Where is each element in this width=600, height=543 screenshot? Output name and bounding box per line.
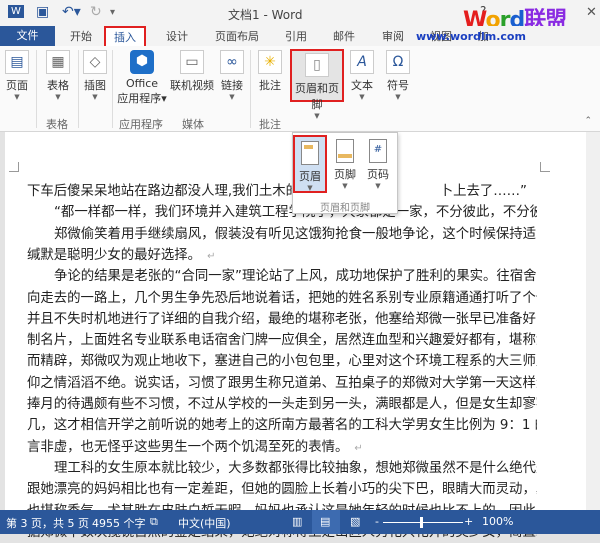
- text-content: 捧月的待遇颇有些不习惯，不过从学校的一头走到另一头，满眼都是人，但是女生却寥寥无: [27, 397, 537, 412]
- text-line: 而精辟，郑微叹为观止地收下，塞进自己的小包包里，心里对这个环境工程系的大三师兄景: [27, 351, 537, 372]
- text-icon: A: [350, 50, 374, 74]
- group-label-apps: 应用程序: [119, 118, 163, 131]
- symbol-button[interactable]: Ω 符号 ▼: [386, 50, 410, 101]
- tab-file[interactable]: 文件: [0, 26, 55, 46]
- word-count[interactable]: 4955 个字: [92, 515, 146, 531]
- header-footer-dropdown: 页眉 ▼ 页脚 ▼ # 页码 ▼ 页眉和页脚: [292, 132, 398, 214]
- close-icon[interactable]: ✕: [586, 5, 597, 20]
- zoom-in-button[interactable]: +: [464, 515, 473, 528]
- text-line: 几，这才相信开学之前听说的她考上的这所南方最著名的工科大学男女生比例为 9：1 …: [27, 415, 537, 436]
- collapse-ribbon-icon[interactable]: ⌃: [584, 116, 592, 126]
- zoom-level[interactable]: 100%: [482, 515, 513, 528]
- illustration-icon: ◇: [83, 50, 107, 74]
- proofing-icon[interactable]: ⧉: [150, 515, 158, 529]
- header-icon: [301, 141, 319, 165]
- online-video-button[interactable]: ▭ 联机视频: [170, 50, 214, 93]
- zoom-slider-thumb[interactable]: [420, 517, 423, 528]
- tab-review[interactable]: 审阅: [382, 28, 404, 44]
- language[interactable]: 中文(中国): [178, 515, 231, 531]
- crop-mark: [9, 162, 19, 172]
- table-button[interactable]: ▦ 表格 ▼: [44, 50, 72, 101]
- text-content: 制名片，上面姓名专业联系电话宿舍门牌一应俱全，居然连血型和兴趣爱好都有，堪称浓缩: [27, 333, 537, 349]
- paragraph-mark: ↵: [354, 442, 363, 454]
- redo-icon[interactable]: ↻: [90, 4, 102, 20]
- tab-references[interactable]: 引用: [285, 28, 307, 44]
- link-icon: ∞: [220, 50, 244, 74]
- page-number-icon: #: [369, 139, 387, 163]
- tab-mailings[interactable]: 邮件: [333, 28, 355, 44]
- text-line: 郑微偷笑着用手继续扇风，假装没有听见这饿狗抢食一般地争论，这个时候保持适当的: [27, 224, 537, 245]
- tab-layout[interactable]: 页面布局: [215, 28, 259, 44]
- print-layout-icon[interactable]: ▤: [320, 515, 330, 528]
- window-title: 文档1 - Word: [228, 8, 303, 22]
- vertical-scrollbar[interactable]: [586, 132, 600, 510]
- text-content: 缄默是聪明少女的最好选择。: [27, 247, 202, 263]
- text-content: 理工科的女生原本就比较少，大多数都张得比较抽象，想她郑微虽然不是什么绝代美女，: [54, 460, 537, 476]
- zoom-slider[interactable]: [383, 522, 463, 523]
- page-number-button[interactable]: # 页码 ▼: [361, 135, 395, 193]
- customize-quick-access-icon[interactable]: ▾: [110, 7, 115, 18]
- text-line: 跟她漂亮的妈妈相比也有一定差距，但她的圆脸上长着小巧的尖下巴，眼睛大而灵动，鼻子: [27, 479, 537, 500]
- header-footer-icon: ▯: [305, 53, 329, 77]
- table-icon: ▦: [46, 50, 70, 74]
- text-content: 仰之情滔滔不绝。说实话，习惯了跟男生称兄道弟、互拍桌子的郑微对大学第一天这样众星: [27, 375, 537, 391]
- text-line: 理工科的女生原本就比较少，大多数都张得比较抽象，想她郑微虽然不是什么绝代美女，: [27, 458, 537, 479]
- ribbon-tabs: 文件 开始 插入 设计 页面布局 引用 邮件 审阅 视图 加 www.wordl…: [0, 26, 600, 48]
- footer-button[interactable]: 页脚 ▼: [328, 135, 362, 193]
- header-footer-button[interactable]: ▯ 页眉和页脚 ▼: [290, 49, 344, 120]
- tab-insert[interactable]: 插入: [104, 26, 146, 48]
- dropdown-group-label: 页眉和页脚: [320, 203, 370, 214]
- text-line: 缄默是聪明少女的最好选择。 ↵: [27, 245, 537, 266]
- text-content: 言非虚，也无怪乎这些男生一个两个饥渴至死的表情。: [27, 439, 349, 455]
- text-line: 言非虚，也无怪乎这些男生一个两个饥渴至死的表情。 ↵: [27, 437, 537, 458]
- text-line: 制名片，上面姓名专业联系电话宿舍门牌一应俱全，居然连血型和兴趣爱好都有，堪称浓缩: [27, 330, 537, 351]
- text-button[interactable]: A 文本 ▼: [350, 50, 374, 101]
- text-content: 几，这才相信开学之前听说的她考上的这所南方最著名的工科大学男女生比例为 9：1 …: [27, 418, 537, 434]
- symbol-icon: Ω: [386, 50, 410, 74]
- text-line: 向走去的一路上，几个男生争先恐后地说着话，把她的姓名系别专业原籍通通打听了个便，: [27, 288, 537, 309]
- office-apps-button[interactable]: ⬢ Office 应用程序▾: [114, 50, 170, 106]
- comment-button[interactable]: ✳ 批注: [254, 50, 286, 93]
- tab-design[interactable]: 设计: [166, 28, 188, 44]
- text-content: 并且不失时机地进行了详细的自我介绍，最绝的堪称老张，他塞给郑微一张早已准备好的自: [27, 311, 537, 327]
- page-button[interactable]: ▤ 页面 ▼: [4, 50, 30, 101]
- title-bar: W ▣ ↶▾ ↻ ▾ 文档1 - Word ? Word联盟 ✕: [0, 0, 600, 33]
- text-line: 捧月的待遇颇有些不习惯，不过从学校的一头走到另一头，满眼都是人，但是女生却寥寥无: [27, 394, 537, 415]
- text-content: 而精辟，郑微叹为观止地收下，塞进自己的小包包里，心里对这个环境工程系的大三师兄景: [27, 354, 537, 370]
- comment-icon: ✳: [258, 50, 282, 74]
- text-line: 争论的结果是老张的“合同一家”理论站了上风，成功地保护了胜利的果实。往宿舍方: [27, 266, 537, 287]
- ribbon: ▤ 页面 ▼ ▦ 表格 ▼ ◇ 插图 ▼ ⬢ Office 应用程序▾ ▭ 联机视频 ∞ 链接 ▼ ✳…: [0, 46, 600, 132]
- crop-mark: [540, 162, 550, 172]
- undo-icon[interactable]: ↶▾: [62, 4, 81, 20]
- zoom-out-button[interactable]: -: [375, 515, 379, 528]
- word-logo-icon: W: [8, 5, 24, 18]
- page-icon: ▤: [5, 50, 29, 74]
- text-segment: 卜上去了……”: [439, 184, 527, 199]
- links-button[interactable]: ∞ 链接 ▼: [218, 50, 246, 101]
- text-line: 下车后傻呆呆地站在路边都没人理,我们土木的妹妹本来 卜上去了……”: [27, 181, 537, 202]
- header-button[interactable]: 页眉 ▼: [293, 135, 327, 193]
- group-label-comments: 批注: [259, 118, 281, 131]
- text-content: 跟她漂亮的妈妈相比也有一定差距，但她的圆脸上长着小巧的尖下巴，眼睛大而灵动，鼻子: [27, 482, 537, 498]
- video-icon: ▭: [180, 50, 204, 74]
- tab-home[interactable]: 开始: [70, 28, 92, 44]
- web-layout-icon[interactable]: ▧: [350, 515, 360, 528]
- read-mode-icon[interactable]: ▥: [292, 515, 302, 528]
- text-line: “都一样都一样，我们环境并入建筑工程学院了，大家都是一家，不分彼此，不分彼此。”…: [27, 202, 537, 223]
- illustrations-button[interactable]: ◇ 插图 ▼: [82, 50, 108, 101]
- paragraph-mark: ↵: [207, 250, 216, 262]
- office-icon: ⬢: [130, 50, 154, 74]
- watermark-url: www.wordlm.com: [416, 30, 526, 43]
- status-bar: 第 3 页，共 5 页 4955 个字 ⧉ 中文(中国) ▥ ▤ ▧ - + 1…: [0, 510, 600, 534]
- text-content: 向走去的一路上，几个男生争先恐后地说着话，把她的姓名系别专业原籍通通打听了个便，: [27, 290, 537, 306]
- group-label-media: 媒体: [182, 118, 204, 131]
- text-line: 仰之情滔滔不绝。说实话，习惯了跟男生称兄道弟、互拍桌子的郑微对大学第一天这样众星: [27, 373, 537, 394]
- footer-icon: [336, 139, 354, 163]
- text-content: 争论的结果是老张的“合同一家”理论站了上风，成功地保护了胜利的果实。往宿舍方: [54, 269, 537, 285]
- group-label-table: 表格: [46, 118, 68, 131]
- page-count[interactable]: 第 3 页，共 5 页: [6, 515, 89, 531]
- save-icon[interactable]: ▣: [36, 4, 49, 20]
- text-line: 并且不失时机地进行了详细的自我介绍，最绝的堪称老张，他塞给郑微一张早已准备好的自: [27, 309, 537, 330]
- text-content: 郑微偷笑着用手继续扇风，假装没有听见这饿狗抢食一般地争论，这个时候保持适当的: [54, 226, 537, 242]
